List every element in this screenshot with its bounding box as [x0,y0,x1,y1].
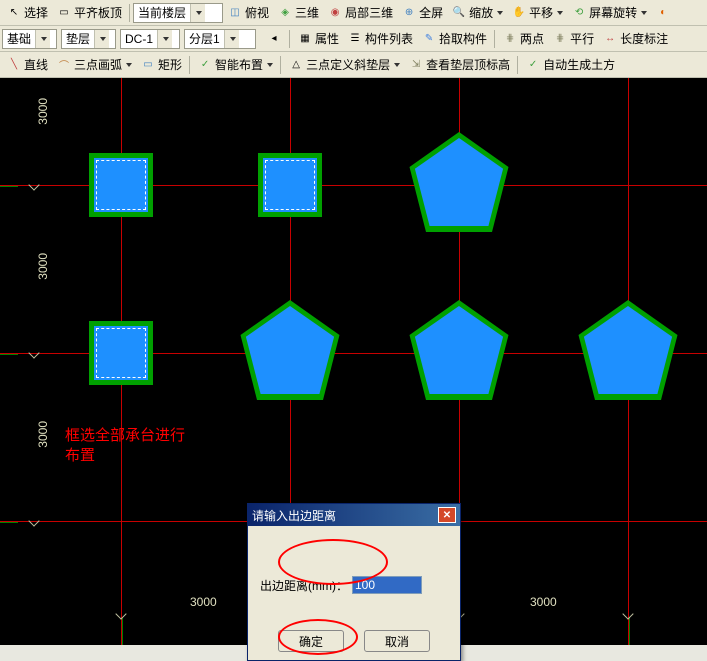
auto-gen-button[interactable]: ✓自动生成土方 [521,54,619,76]
arc-tool[interactable]: ⌒三点画弧 [52,54,136,76]
edge-distance-label: 出边距离(mm)： [260,577,348,594]
separator [494,30,495,48]
local3d-icon: ◉ [327,5,343,21]
separator [289,30,290,48]
autogen-icon: ✓ [525,57,541,73]
pile-cap-square[interactable] [258,153,322,217]
pad-select[interactable]: 垫层 [61,29,116,49]
arc-icon: ⌒ [56,57,72,73]
component-list-button[interactable]: ☰构件列表 [343,28,417,50]
pile-cap-hexagon[interactable] [404,132,514,232]
line-tool[interactable]: ╲直线 [2,54,52,76]
cube-icon: ◫ [227,5,243,21]
close-button[interactable]: ✕ [438,507,456,523]
parallel-button[interactable]: ⋕平行 [548,28,598,50]
extra-icon: ◐ [655,5,671,21]
rotate-icon: ⟲ [571,5,587,21]
layer-select[interactable]: 分层1 [184,29,256,49]
select-tool[interactable]: ↖选择 [2,2,52,24]
screen-rotate-button[interactable]: ⟲屏幕旋转 [567,2,651,24]
ok-button[interactable]: 确定 [278,630,344,652]
properties-icon: ▦ [297,31,313,47]
dialog-body: 出边距离(mm)： [248,526,460,604]
pile-cap-hexagon[interactable] [404,300,514,400]
drawing-canvas[interactable]: 3000 3000 3000 3000 3000 3000 框选全部承台进行 布… [0,78,707,645]
separator [280,56,281,74]
rect-tool[interactable]: ▭矩形 [136,54,186,76]
local-3d-button[interactable]: ◉局部三维 [323,2,397,24]
align-icon: ▭ [56,5,72,21]
cancel-button[interactable]: 取消 [364,630,430,652]
line-icon: ╲ [6,57,22,73]
pile-cap-square[interactable] [89,321,153,385]
separator [189,56,190,74]
dim-label: 3000 [36,98,50,125]
collapse-icon: ◂ [266,31,282,47]
dim-icon: ↔ [602,31,618,47]
toolbar-row-1: ↖选择 ▭平齐板顶 当前楼层 ◫俯视 ◈三维 ◉局部三维 ⊕全屏 🔍缩放 ✋平移… [0,0,707,26]
edge-distance-dialog: 请输入出边距离 ✕ 出边距离(mm)： 确定 取消 [247,503,461,661]
collapse-button[interactable]: ◂ [262,28,286,50]
pan-icon: ✋ [511,5,527,21]
pile-cap-square[interactable] [89,153,153,217]
floor-select[interactable]: 当前楼层 [133,3,223,23]
properties-button[interactable]: ▦属性 [293,28,343,50]
dim-label: 3000 [36,421,50,448]
toolbar-row-3: ╲直线 ⌒三点画弧 ▭矩形 ✓智能布置 △三点定义斜垫层 ⇲查看垫层顶标高 ✓自… [0,52,707,78]
smart-layout-button[interactable]: ✓智能布置 [193,54,277,76]
dim-label: 3000 [36,253,50,280]
tick-mark [28,515,39,526]
view-pad-elev-button[interactable]: ⇲查看垫层顶标高 [404,54,514,76]
foundation-select[interactable]: 基础 [2,29,57,49]
parallel-icon: ⋕ [552,31,568,47]
zoom-button[interactable]: 🔍缩放 [447,2,507,24]
dialog-buttons: 确定 取消 [248,630,460,652]
pick-component-button[interactable]: ✎拾取构件 [417,28,491,50]
extra-button[interactable]: ◐ [651,2,675,24]
tick-mark [115,608,126,619]
list-icon: ☰ [347,31,363,47]
smart-icon: ✓ [197,57,213,73]
elev-icon: ⇲ [408,57,424,73]
rect-icon: ▭ [140,57,156,73]
fullscreen-icon: ⊕ [401,5,417,21]
tick-mark [622,608,633,619]
two-point-button[interactable]: ⋕两点 [498,28,548,50]
zoom-icon: 🔍 [451,5,467,21]
dim-label: 3000 [190,595,217,609]
dialog-titlebar[interactable]: 请输入出边距离 ✕ [248,504,460,526]
slope-define-button[interactable]: △三点定义斜垫层 [284,54,404,76]
length-dim-button[interactable]: ↔长度标注 [598,28,672,50]
cursor-icon: ↖ [6,5,22,21]
pan-button[interactable]: ✋平移 [507,2,567,24]
top-view-button[interactable]: ◫俯视 [223,2,273,24]
edge-distance-input[interactable] [352,576,422,594]
two-point-icon: ⋕ [502,31,518,47]
slope-icon: △ [288,57,304,73]
3d-button[interactable]: ◈三维 [273,2,323,24]
3d-icon: ◈ [277,5,293,21]
fullscreen-button[interactable]: ⊕全屏 [397,2,447,24]
tick-mark [28,179,39,190]
tick-mark [28,347,39,358]
dim-label: 3000 [530,595,557,609]
separator [129,4,130,22]
pile-cap-hexagon[interactable] [235,300,345,400]
annotation-text: 框选全部承台进行 布置 [65,426,185,465]
picker-icon: ✎ [421,31,437,47]
align-tool[interactable]: ▭平齐板顶 [52,2,126,24]
separator [517,56,518,74]
toolbar-row-2: 基础 垫层 DC-1 分层1 ◂ ▦属性 ☰构件列表 ✎拾取构件 ⋕两点 ⋕平行… [0,26,707,52]
dialog-title-text: 请输入出边距离 [252,507,336,524]
pile-cap-hexagon[interactable] [573,300,683,400]
dc-select[interactable]: DC-1 [120,29,180,49]
